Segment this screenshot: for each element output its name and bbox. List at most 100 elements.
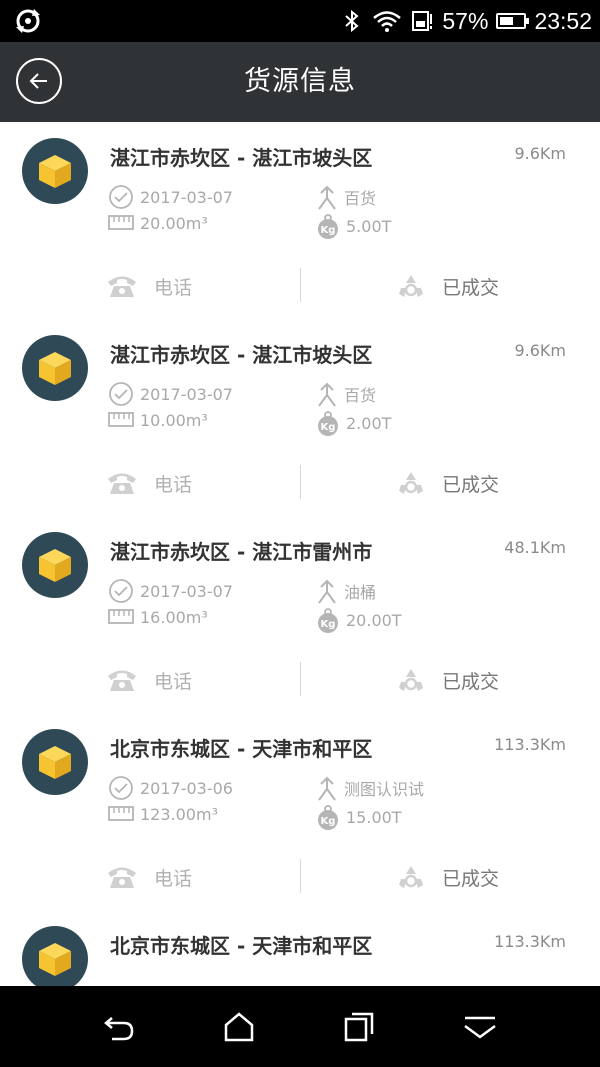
card-actions: 电话 已成交 bbox=[0, 268, 600, 304]
cargo-card[interactable]: 湛江市赤坎区 - 湛江市坡头区 9.6Km 2017-03-07 10.00m³ bbox=[0, 319, 600, 516]
weight-info: Kg 2.00T bbox=[316, 410, 391, 436]
goods-info: 百货 bbox=[316, 381, 376, 407]
cargo-card[interactable]: 北京市东城区 - 天津市和平区 113.3Km 2017-03-06 123.0… bbox=[0, 713, 600, 910]
sync-icon bbox=[16, 9, 40, 33]
goods-type-text: 油桶 bbox=[344, 583, 377, 602]
wifi-icon bbox=[373, 11, 402, 32]
date-info: 2017-03-07 bbox=[108, 578, 233, 604]
phone-button[interactable]: 电话 bbox=[106, 465, 192, 501]
cargo-card[interactable]: 湛江市赤坎区 - 湛江市坡头区 9.6Km 2017-03-07 20.00m³ bbox=[0, 122, 600, 319]
date-text: 2017-03-07 bbox=[140, 581, 233, 601]
battery-level bbox=[500, 17, 513, 25]
cargo-card[interactable]: 北京市东城区 - 天津市和平区 113.3Km bbox=[0, 910, 600, 986]
action-divider bbox=[300, 465, 301, 499]
phone-label: 电话 bbox=[154, 473, 193, 496]
action-divider bbox=[300, 662, 301, 696]
recycle-icon bbox=[399, 669, 423, 691]
phone-icon bbox=[108, 276, 136, 297]
goods-info: 油桶 bbox=[316, 578, 376, 604]
distance-text: 113.3Km bbox=[494, 932, 566, 951]
deal-status-label: 已成交 bbox=[442, 670, 500, 693]
card-actions: 电话 已成交 bbox=[0, 465, 600, 501]
date-info: 2017-03-07 bbox=[108, 381, 233, 407]
recycle-icon bbox=[399, 866, 423, 888]
weight-text: 5.00T bbox=[346, 216, 392, 236]
clock: 23:52 bbox=[534, 7, 592, 34]
goods-type-icon bbox=[318, 579, 336, 604]
phone-label: 电话 bbox=[154, 867, 193, 890]
ruler-icon bbox=[108, 412, 134, 427]
phone-icon bbox=[108, 473, 136, 494]
home-icon[interactable] bbox=[222, 1010, 256, 1044]
goods-type-text: 百货 bbox=[344, 189, 377, 208]
goods-type-icon bbox=[318, 382, 336, 407]
recycle-icon bbox=[399, 472, 423, 494]
distance-text: 48.1Km bbox=[504, 538, 566, 557]
page-title: 货源信息 bbox=[244, 66, 356, 97]
cargo-box-icon bbox=[39, 746, 71, 779]
date-info: 2017-03-06 bbox=[108, 775, 233, 801]
weight-info: Kg 20.00T bbox=[316, 607, 402, 633]
cargo-avatar bbox=[22, 532, 88, 598]
svg-text:Kg: Kg bbox=[321, 816, 336, 827]
goods-info: 百货 bbox=[316, 184, 376, 210]
cargo-avatar bbox=[22, 926, 88, 986]
weight-info: Kg 5.00T bbox=[316, 213, 391, 239]
route-text: 湛江市赤坎区 - 湛江市坡头区 bbox=[110, 146, 373, 170]
deal-status-button[interactable]: 已成交 bbox=[398, 268, 499, 304]
card-actions: 电话 已成交 bbox=[0, 859, 600, 895]
goods-type-icon bbox=[318, 776, 336, 801]
battery-icon bbox=[496, 13, 530, 29]
phone-button[interactable]: 电话 bbox=[106, 662, 192, 698]
cargo-card[interactable]: 湛江市赤坎区 - 湛江市雷州市 48.1Km 2017-03-07 16.00m… bbox=[0, 516, 600, 713]
card-actions: 电话 已成交 bbox=[0, 662, 600, 698]
status-bar: 57% 23:52 bbox=[0, 0, 600, 42]
recent-apps-icon[interactable] bbox=[342, 1010, 376, 1044]
volume-text: 10.00m³ bbox=[140, 410, 208, 430]
weight-kg-icon: Kg bbox=[318, 214, 338, 239]
route-text: 湛江市赤坎区 - 湛江市雷州市 bbox=[110, 540, 373, 564]
cargo-avatar bbox=[22, 729, 88, 795]
back-button[interactable] bbox=[16, 58, 62, 104]
distance-text: 9.6Km bbox=[514, 144, 566, 163]
date-text: 2017-03-06 bbox=[140, 778, 233, 798]
deal-status-button[interactable]: 已成交 bbox=[398, 859, 499, 895]
date-info: 2017-03-07 bbox=[108, 184, 233, 210]
deal-status-button[interactable]: 已成交 bbox=[398, 465, 499, 501]
goods-type-text: 测图认识试 bbox=[344, 780, 425, 799]
cargo-avatar bbox=[22, 335, 88, 401]
deal-status-label: 已成交 bbox=[442, 473, 500, 496]
phone-button[interactable]: 电话 bbox=[106, 268, 192, 304]
cargo-box-icon bbox=[39, 943, 71, 976]
svg-text:Kg: Kg bbox=[321, 225, 336, 236]
route-text: 北京市东城区 - 天津市和平区 bbox=[110, 737, 373, 761]
distance-text: 113.3Km bbox=[494, 735, 566, 754]
phone-icon bbox=[108, 867, 136, 888]
back-nav-icon[interactable] bbox=[102, 1010, 136, 1044]
hide-nav-icon[interactable] bbox=[462, 1010, 498, 1044]
deal-status-button[interactable]: 已成交 bbox=[398, 662, 499, 698]
volume-text: 123.00m³ bbox=[140, 804, 218, 824]
weight-text: 15.00T bbox=[346, 807, 402, 827]
cargo-list[interactable]: 湛江市赤坎区 - 湛江市坡头区 9.6Km 2017-03-07 20.00m³ bbox=[0, 122, 600, 986]
check-circle-icon bbox=[109, 776, 133, 800]
route-text: 北京市东城区 - 天津市和平区 bbox=[110, 934, 373, 958]
volume-info: 10.00m³ bbox=[108, 410, 208, 430]
distance-text: 9.6Km bbox=[514, 341, 566, 360]
cargo-box-icon bbox=[39, 549, 71, 582]
goods-info: 测图认识试 bbox=[316, 775, 424, 801]
ruler-icon bbox=[108, 215, 134, 230]
volume-text: 20.00m³ bbox=[140, 213, 208, 233]
weight-info: Kg 15.00T bbox=[316, 804, 402, 830]
ruler-icon bbox=[108, 806, 134, 821]
goods-type-text: 百货 bbox=[344, 386, 377, 405]
battery-percent: 57% bbox=[442, 7, 489, 34]
date-text: 2017-03-07 bbox=[140, 384, 233, 404]
phone-label: 电话 bbox=[154, 276, 193, 299]
navigation-bar bbox=[0, 986, 600, 1067]
check-circle-icon bbox=[109, 579, 133, 603]
recycle-icon bbox=[399, 275, 423, 297]
weight-kg-icon: Kg bbox=[318, 411, 338, 436]
check-circle-icon bbox=[109, 382, 133, 406]
phone-button[interactable]: 电话 bbox=[106, 859, 192, 895]
